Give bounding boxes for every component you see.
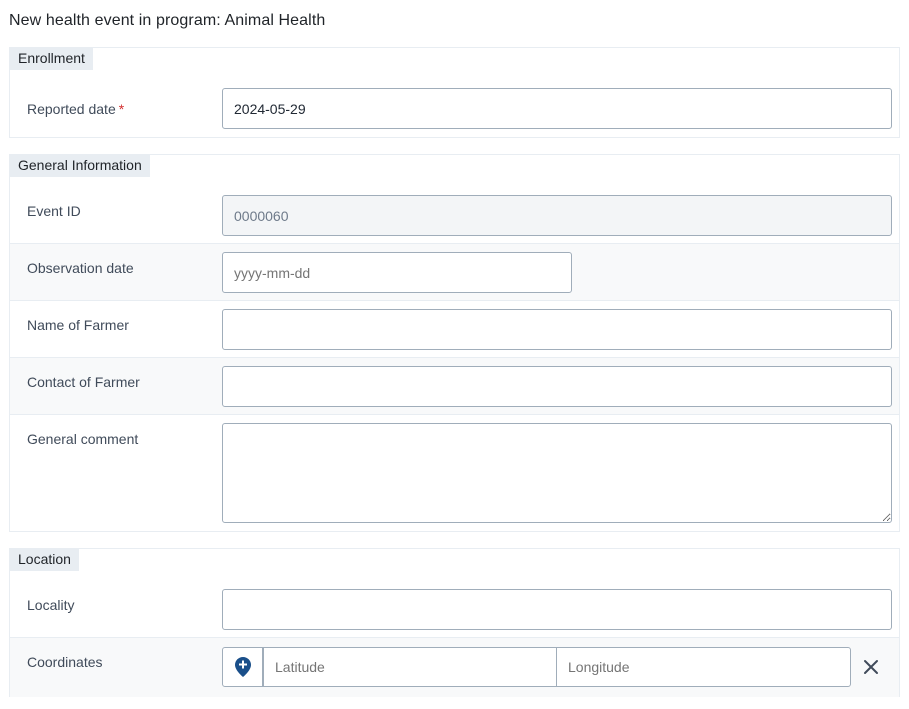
location-section-header: Location — [10, 549, 79, 571]
general-comment-label: General comment — [27, 431, 139, 447]
page-title: New health event in program: Animal Heal… — [9, 12, 326, 29]
observation-date-label: Observation date — [27, 260, 134, 276]
farmer-contact-row: Contact of Farmer — [10, 357, 899, 415]
coordinates-row: Coordinates — [10, 637, 899, 697]
enrollment-section: Enrollment Reported date * — [9, 47, 900, 138]
enrollment-section-header: Enrollment — [10, 48, 93, 70]
general-comment-textarea[interactable] — [222, 423, 892, 523]
coordinates-picker-button[interactable] — [222, 647, 263, 687]
locality-label: Locality — [27, 597, 75, 613]
coordinates-label: Coordinates — [27, 654, 103, 670]
required-marker: * — [118, 101, 125, 117]
event-id-label: Event ID — [27, 203, 81, 219]
event-id-input — [222, 195, 892, 236]
reported-date-label: Reported date * — [27, 101, 124, 117]
farmer-name-label: Name of Farmer — [27, 317, 129, 333]
locality-input[interactable] — [222, 589, 892, 630]
observation-date-input[interactable] — [222, 252, 572, 293]
map-pin-plus-icon — [234, 657, 251, 677]
longitude-input[interactable] — [556, 647, 851, 687]
reported-date-label-text: Reported date — [27, 101, 116, 117]
general-information-section-header: General Information — [10, 155, 150, 177]
latitude-input[interactable] — [263, 647, 557, 687]
farmer-contact-input[interactable] — [222, 366, 892, 407]
farmer-contact-label: Contact of Farmer — [27, 374, 140, 390]
reported-date-input[interactable] — [222, 88, 892, 129]
clear-coordinates-button[interactable] — [859, 655, 883, 679]
general-information-section: General Information Event ID Observation… — [9, 154, 900, 532]
location-section: Location Locality Coordinates — [9, 548, 900, 697]
observation-date-row: Observation date — [10, 243, 899, 301]
farmer-name-input[interactable] — [222, 309, 892, 350]
close-icon — [863, 659, 879, 675]
